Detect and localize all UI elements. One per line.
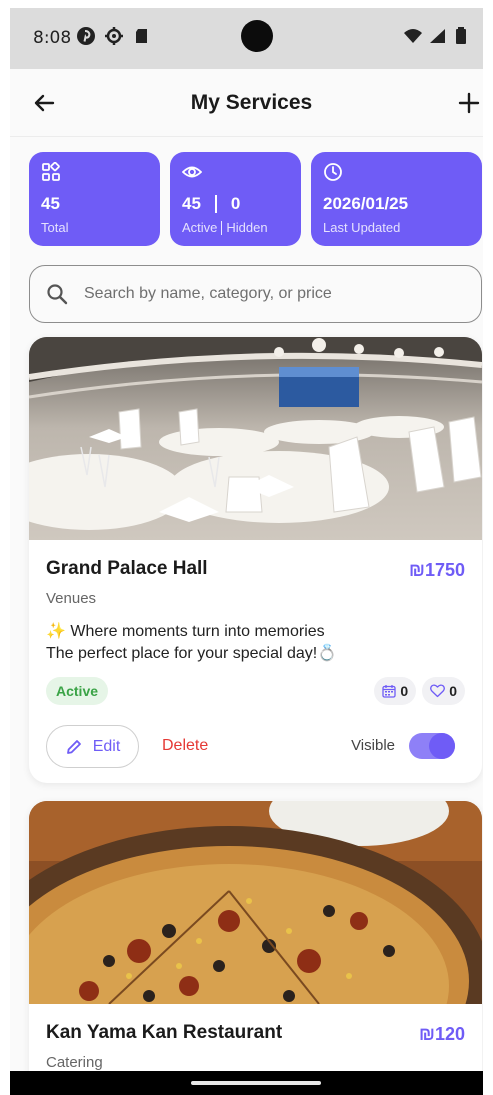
stat-updated-label: Last Updated <box>323 220 401 235</box>
likes-count: 0 <box>449 683 457 699</box>
status-right-icons <box>403 26 471 46</box>
service-actions: Edit Delete Visible <box>46 725 465 769</box>
likes-counter: 0 <box>422 677 465 705</box>
stat-updated-value: 2026/01/25 <box>323 194 409 213</box>
status-badge: Active <box>46 677 109 705</box>
service-description-line: The perfect place for your special day!💍 <box>46 645 338 662</box>
stat-label-divider <box>221 220 223 235</box>
calendar-icon <box>382 685 397 698</box>
system-nav-bar <box>10 1071 493 1095</box>
stat-total: 45 Total <box>29 152 160 246</box>
stat-active-label: Active <box>182 220 218 235</box>
service-card-body: Grand Palace Hall ₪1750 Venues ✨ Where m… <box>29 540 482 769</box>
visibility-toggle[interactable] <box>409 733 455 759</box>
stat-hidden-label: Hidden <box>226 220 268 235</box>
service-badges-row: Active 0 0 <box>46 677 465 707</box>
stat-total-value: 45 <box>41 194 60 213</box>
bookings-counter: 0 <box>374 677 417 705</box>
pencil-icon <box>66 739 81 754</box>
status-bar: 8:08 <box>10 8 493 69</box>
search-input[interactable] <box>84 285 444 303</box>
delete-button[interactable]: Delete <box>162 737 208 755</box>
service-title: Kan Yama Kan Restaurant <box>46 1022 283 1043</box>
search-icon <box>47 284 68 305</box>
app-bar: My Services <box>10 69 493 137</box>
service-image-banquet-hall[interactable] <box>29 337 482 540</box>
stat-divider <box>214 195 217 213</box>
wifi-icon <box>403 26 423 46</box>
pinterest-icon <box>76 26 96 46</box>
status-left-icons <box>76 26 152 46</box>
service-title: Grand Palace Hall <box>46 558 208 579</box>
service-card[interactable]: Grand Palace Hall ₪1750 Venues ✨ Where m… <box>29 337 482 783</box>
stat-total-label: Total <box>41 220 69 235</box>
home-gesture-handle[interactable] <box>191 1081 321 1085</box>
service-category: Catering <box>46 1054 103 1071</box>
clock-icon <box>324 163 342 181</box>
camera-cutout <box>241 20 273 52</box>
screen-edge-right <box>483 0 493 1095</box>
battery-icon <box>451 26 471 46</box>
page-title: My Services <box>190 91 313 114</box>
edit-button[interactable]: Edit <box>46 725 139 768</box>
plus-icon <box>458 92 480 114</box>
service-category: Venues <box>46 590 97 607</box>
service-description-line: ✨ Where moments turn into memories <box>46 623 325 640</box>
edit-label: Edit <box>92 737 121 755</box>
stat-hidden-value: 0 <box>230 194 241 213</box>
signal-icon <box>427 26 447 46</box>
settings-icon <box>104 26 124 46</box>
grid-icon <box>42 161 60 181</box>
service-card[interactable]: Kan Yama Kan Restaurant ₪120 Catering <box>29 801 482 1071</box>
service-card-body: Kan Yama Kan Restaurant ₪120 Catering <box>29 1004 482 1071</box>
stat-visibility: 45 0 Active Hidden <box>170 152 301 246</box>
service-counters: 0 0 <box>374 677 465 705</box>
app-screen: 8:08 My Services 45 Total 45 0 Active Hi… <box>0 0 493 1095</box>
toggle-knob <box>429 733 455 759</box>
service-description: ✨ Where moments turn into memories The p… <box>46 621 465 665</box>
services-content[interactable]: 45 Total 45 0 Active Hidden 2026/01/25 L… <box>10 137 493 1071</box>
service-price: ₪1750 <box>409 560 465 580</box>
screen-edge-left <box>0 0 10 1095</box>
bookings-count: 0 <box>400 683 409 699</box>
add-service-button[interactable] <box>455 89 483 117</box>
search-bar[interactable] <box>29 265 482 323</box>
stats-row: 45 Total 45 0 Active Hidden 2026/01/25 L… <box>29 152 482 246</box>
sd-card-icon <box>132 26 152 46</box>
status-time: 8:08 <box>33 28 72 48</box>
stat-last-updated: 2026/01/25 Last Updated <box>311 152 482 246</box>
visible-label: Visible <box>351 737 395 754</box>
service-image-pizza[interactable] <box>29 801 482 1004</box>
stat-active-value: 45 <box>182 194 201 213</box>
service-price: ₪120 <box>419 1024 465 1044</box>
heart-icon <box>430 684 446 698</box>
eye-icon <box>181 166 203 178</box>
